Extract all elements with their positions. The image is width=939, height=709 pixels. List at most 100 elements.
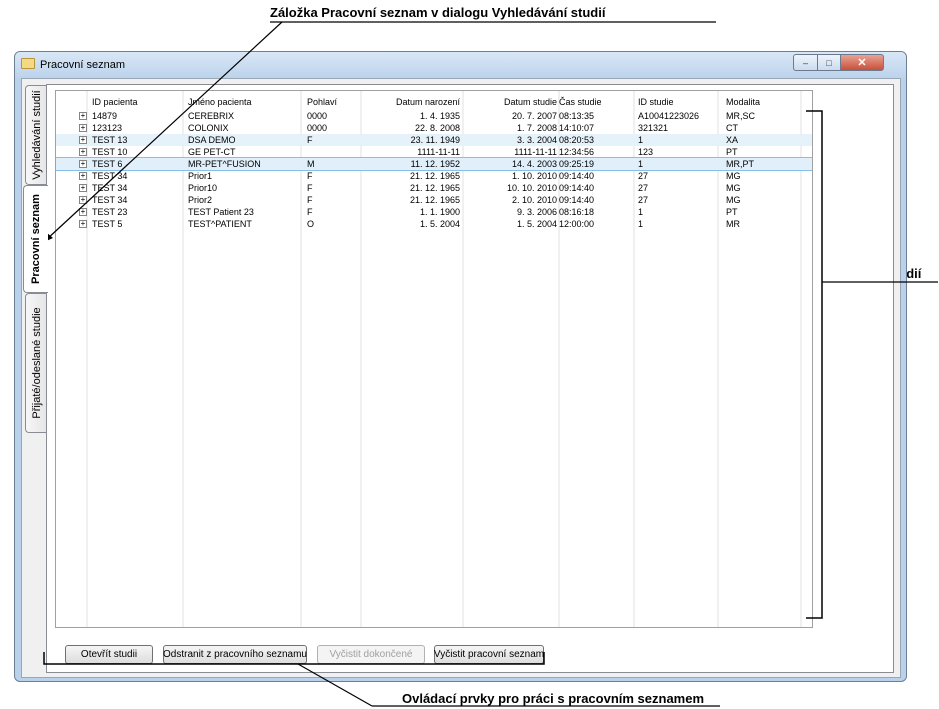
cell-study-date: 2. 10. 2010 [511, 195, 557, 205]
cell-dob: 1. 5. 2004 [419, 219, 460, 229]
cell-study-id: A10041223026 [638, 111, 700, 121]
cell-modality: PT [726, 207, 738, 217]
cell-study-time: 09:14:40 [559, 195, 595, 205]
cell-study-id: 123 [638, 147, 654, 157]
table-row[interactable]: + TEST 6 MR-PET^FUSION M 11. 12. 1952 14. 4. … [56, 157, 812, 171]
cell-modality: CT [726, 123, 738, 133]
cell-study-date: 3. 3. 2004 [516, 135, 557, 145]
cell-modality: XA [726, 135, 739, 145]
cell-study-time: 08:13:35 [559, 111, 595, 121]
remove-from-worklist-button[interactable]: Odstranit z pracovního seznamu [163, 645, 307, 664]
cell-sex: F [307, 195, 313, 205]
table-row[interactable]: +123123 COLONIX 0000 22. 8. 2008 1. 7. 2008 1… [56, 122, 812, 134]
cell-name: TEST Patient 23 [188, 207, 254, 217]
cell-id: TEST 13 [92, 135, 128, 145]
expand-plus-icon[interactable]: + [79, 112, 87, 120]
cell-study-date: 9. 3. 2006 [516, 207, 557, 217]
expand-plus-icon[interactable]: + [79, 160, 87, 168]
tab-search-studies[interactable]: Vyhledávání studií [25, 85, 47, 185]
cell-sex: F [307, 171, 313, 181]
header-study-time[interactable]: Čas studie [559, 96, 629, 108]
cell-sex: F [307, 207, 313, 217]
cell-id: TEST 23 [92, 207, 128, 217]
header-study-date[interactable]: Datum studie [466, 96, 557, 108]
close-button[interactable]: ✕ [840, 54, 884, 71]
cell-study-date: 10. 10. 2010 [506, 183, 557, 193]
cell-modality: MR,PT [726, 159, 754, 169]
maximize-icon: □ [826, 57, 832, 68]
cell-modality: MG [726, 195, 741, 205]
header-patient-id[interactable]: ID pacienta [92, 96, 154, 108]
table-row[interactable]: +14879 CEREBRIX 0000 1. 4. 1935 20. 7. 2007 0… [56, 110, 812, 122]
table-row[interactable]: + TEST 10 GE PET-CT 1111-11-11 1111-11-11 12:… [56, 146, 812, 158]
cell-study-date: 1111-11-11 [514, 147, 557, 157]
minimize-button[interactable]: – [793, 54, 818, 71]
header-modality[interactable]: Modalita [726, 96, 796, 108]
cell-study-id: 27 [638, 195, 649, 205]
title-bar[interactable]: Pracovní seznam – □ ✕ [15, 52, 906, 78]
cell-name: COLONIX [188, 123, 229, 133]
cell-id: TEST 6 [92, 159, 123, 169]
table-header: ID pacienta Jméno pacienta Pohlaví Datum na… [56, 96, 812, 108]
cell-name: TEST^PATIENT [188, 219, 252, 229]
expand-plus-icon[interactable]: + [79, 208, 87, 216]
tab-received-sent-studies[interactable]: Přijaté/odeslané studie [25, 293, 47, 433]
cell-dob: 21. 12. 1965 [409, 171, 460, 181]
tab-label: Přijaté/odeslané studie [30, 307, 43, 419]
cell-study-id: 1 [638, 219, 644, 229]
header-birth-date[interactable]: Datum narození [364, 96, 460, 108]
cell-name: Prior2 [188, 195, 213, 205]
table-row[interactable]: + TEST 5 TEST^PATIENT O 1. 5. 2004 1. 5. 2004… [56, 218, 812, 230]
clear-completed-button[interactable]: Vyčistit dokončené [317, 645, 425, 664]
cell-dob: 23. 11. 1949 [410, 135, 460, 145]
expand-plus-icon[interactable]: + [79, 124, 87, 132]
header-patient-name[interactable]: Jméno pacienta [188, 96, 298, 108]
cell-id: TEST 5 [92, 219, 123, 229]
cell-id: TEST 34 [92, 183, 128, 193]
table-row[interactable]: + TEST 34 Prior1 F 21. 12. 1965 1. 10. 2010 09… [56, 170, 812, 182]
open-study-button[interactable]: Otevřít studii [65, 645, 153, 664]
cell-study-id: 321321 [638, 123, 669, 133]
expand-plus-icon[interactable]: + [79, 184, 87, 192]
cell-name: GE PET-CT [188, 147, 236, 157]
cell-study-date: 1. 7. 2008 [516, 123, 557, 133]
clear-worklist-button[interactable]: Vyčistit pracovní seznam [434, 645, 544, 664]
cell-study-date: 14. 4. 2003 [511, 159, 557, 169]
cell-study-id: 1 [638, 135, 644, 145]
annotation-top: Záložka Pracovní seznam v dialogu Vyhled… [270, 5, 606, 20]
tab-worklist[interactable]: Pracovní seznam [23, 185, 48, 293]
table-row[interactable]: + TEST 13 DSA DEMO F 23. 11. 1949 3. 3. 2004 0… [56, 134, 812, 146]
table-row[interactable]: + TEST 34 Prior2 F 21. 12. 1965 2. 10. 2010 09… [56, 194, 812, 206]
cell-sex [307, 146, 357, 158]
header-sex[interactable]: Pohlaví [307, 96, 357, 108]
expand-plus-icon[interactable]: + [79, 148, 87, 156]
cell-id: TEST 10 [92, 147, 128, 157]
cell-modality: MR [726, 219, 740, 229]
cell-name: Prior10 [188, 183, 218, 193]
cell-study-time: 08:20:53 [559, 135, 595, 145]
tab-label: Pracovní seznam [30, 194, 42, 284]
expand-plus-icon[interactable]: + [79, 172, 87, 180]
expand-plus-icon[interactable]: + [79, 220, 87, 228]
cell-study-time: 09:14:40 [559, 183, 595, 193]
table-row[interactable]: + TEST 23 TEST Patient 23 F 1. 1. 1900 9. 3. … [56, 206, 812, 218]
cell-name: CEREBRIX [188, 111, 235, 121]
study-list-grid[interactable]: ID pacienta Jméno pacienta Pohlaví Datum na… [55, 90, 813, 628]
header-study-id[interactable]: ID studie [638, 96, 718, 108]
cell-study-time: 09:25:19 [559, 159, 595, 169]
cell-id: 123123 [92, 123, 123, 133]
maximize-button[interactable]: □ [817, 54, 841, 71]
cell-sex: 0000 [307, 123, 328, 133]
expand-plus-icon[interactable]: + [79, 136, 87, 144]
cell-study-time: 12:00:00 [559, 219, 595, 229]
cell-study-time: 09:14:40 [559, 171, 595, 181]
cell-modality: PT [726, 147, 738, 157]
cell-study-id: 27 [638, 183, 649, 193]
cell-study-date: 1. 10. 2010 [511, 171, 557, 181]
close-icon: ✕ [857, 57, 867, 69]
expand-plus-icon[interactable]: + [79, 196, 87, 204]
table-row[interactable]: + TEST 34 Prior10 F 21. 12. 1965 10. 10. 2010… [56, 182, 812, 194]
cell-study-id: 1 [638, 207, 644, 217]
cell-study-time: 14:10:07 [559, 123, 595, 133]
worklist-tab-panel: ID pacienta Jméno pacienta Pohlaví Datum na… [46, 84, 894, 673]
